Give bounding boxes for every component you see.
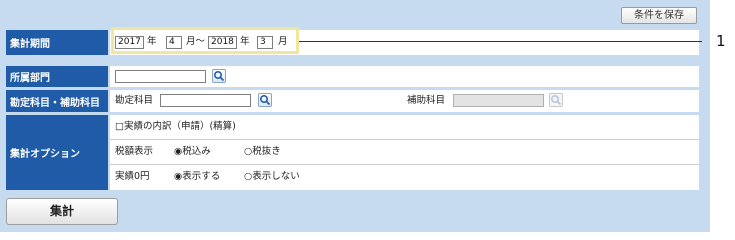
zero-amount-label: 実績0円 — [115, 171, 150, 182]
department-search-button[interactable] — [212, 69, 226, 83]
tax-included-radio[interactable]: ◉税込み — [174, 146, 211, 158]
department-row — [110, 66, 699, 87]
breakdown-checkbox[interactable]: □実績の内訳（申請）(精算) — [115, 121, 236, 133]
aggregate-button[interactable]: 集計 — [6, 198, 118, 225]
department-input[interactable] — [115, 70, 206, 83]
magnifier-icon — [550, 94, 562, 106]
options-label: 集計オプション — [6, 115, 108, 190]
callout-line — [299, 41, 702, 42]
sub-account-search-button[interactable] — [549, 93, 563, 107]
save-conditions-button[interactable]: 条件を保存 — [621, 7, 697, 24]
options-row: □実績の内訳（申請）(精算) 税額表示 ◉税込み ○税抜き 実績0円 ◉表示する… — [110, 115, 699, 190]
tax-display-label: 税額表示 — [115, 146, 154, 157]
account-title-label: 勘定科目 — [115, 95, 154, 106]
tax-excluded-radio[interactable]: ○税抜き — [244, 146, 281, 158]
accounts-row: 勘定科目 補助科目 — [110, 90, 699, 112]
show-zero-radio[interactable]: ◉表示する — [174, 171, 220, 183]
divider — [110, 164, 699, 165]
magnifier-icon — [259, 94, 271, 106]
callout-number: 1 — [716, 32, 726, 50]
department-label: 所属部門 — [6, 66, 108, 87]
accounts-label: 勘定科目・補助科目 — [6, 90, 108, 112]
divider — [110, 139, 699, 140]
account-title-input[interactable] — [160, 94, 251, 107]
sub-account-input[interactable] — [453, 94, 544, 107]
account-search-button[interactable] — [258, 93, 272, 107]
period-label: 集計期間 — [6, 30, 108, 55]
period-highlight-box — [111, 27, 299, 54]
hide-zero-radio[interactable]: ○表示しない — [244, 171, 300, 183]
magnifier-icon — [213, 70, 225, 82]
sub-account-label: 補助科目 — [407, 95, 446, 106]
